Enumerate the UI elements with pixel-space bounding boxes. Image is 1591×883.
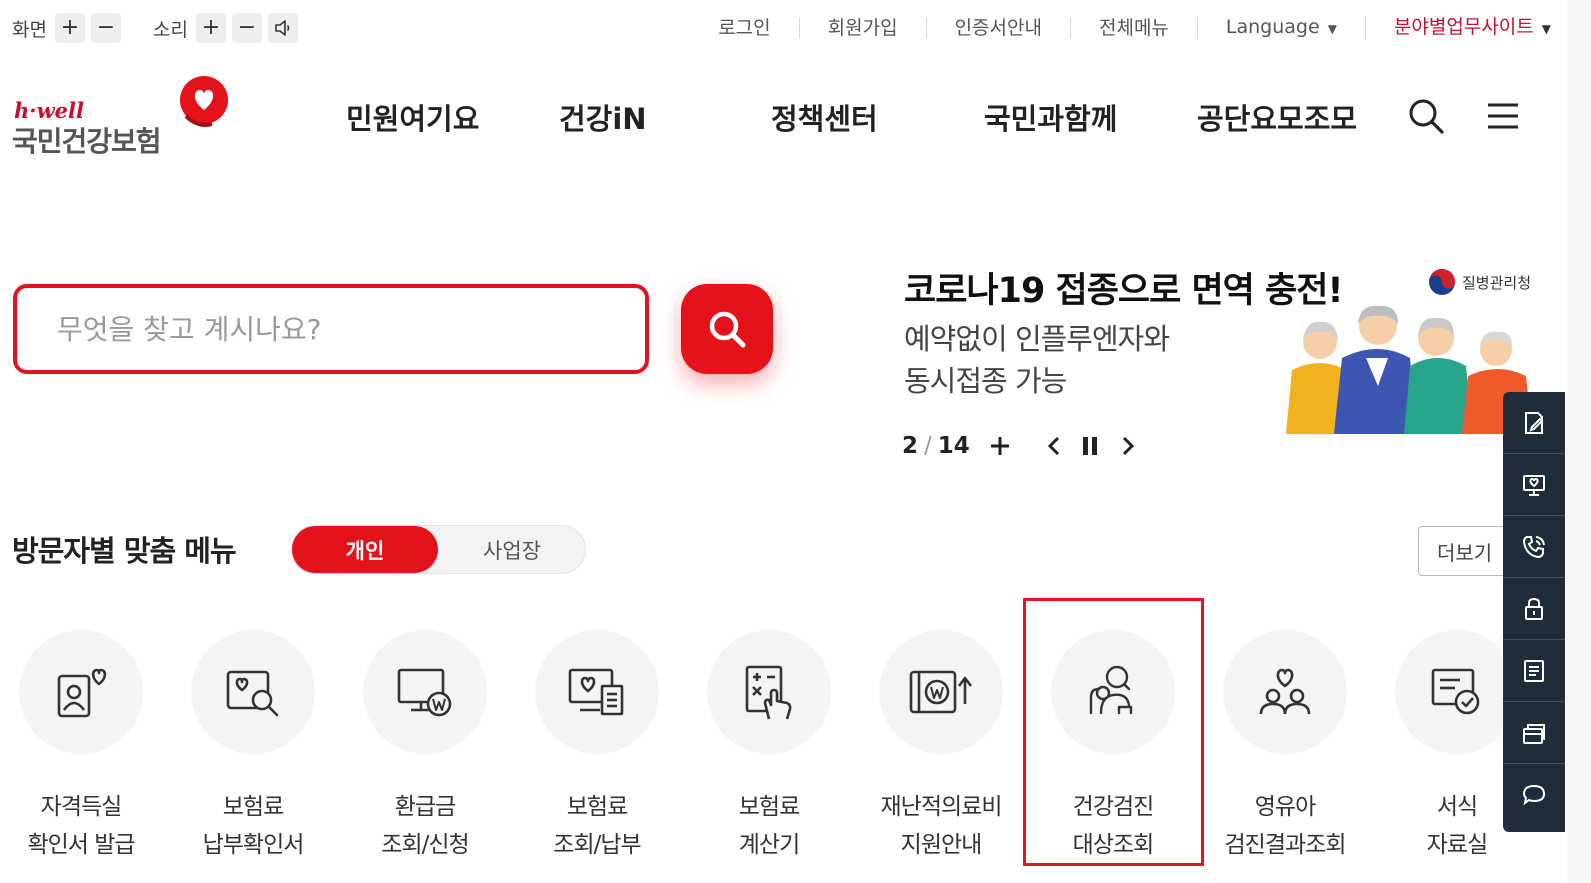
tab-business[interactable]: 사업장 <box>438 526 586 573</box>
nav-health-in[interactable]: 건강iN <box>559 96 647 138</box>
document-search-icon <box>226 670 279 717</box>
search-icon <box>709 311 746 348</box>
monitor-won-icon <box>397 668 452 717</box>
zoom-out-button[interactable]: − <box>90 13 121 43</box>
phone-icon <box>1522 535 1545 558</box>
quick-bar <box>1503 392 1565 832</box>
list-icon <box>1524 659 1544 682</box>
quick-menu-qualification-certificate[interactable]: 자격득실 확인서 발급 <box>19 630 143 858</box>
quick-menu-forms-library[interactable]: 서식 자료실 <box>1395 630 1519 858</box>
search-icon[interactable] <box>1406 96 1446 136</box>
family-heart-icon <box>1259 668 1311 715</box>
business-sites-select[interactable]: 분야별업무사이트 ▼ <box>1366 16 1551 40</box>
scrollbar-track[interactable] <box>1567 0 1591 883</box>
business-sites-label: 분야별업무사이트 <box>1393 16 1534 38</box>
visitor-type-toggle: 개인 사업장 <box>291 525 586 574</box>
nav-about-nhis[interactable]: 공단요모조모 <box>1197 96 1357 138</box>
person-search-icon <box>1089 665 1133 715</box>
quickbar-edit-button[interactable] <box>1503 392 1565 454</box>
banner-pager: 2 / 14 <box>902 430 1135 462</box>
banner-subtitle: 예약없이 인플루엔자와 동시접종 가능 <box>904 322 1170 398</box>
hamburger-menu-icon[interactable] <box>1486 100 1520 132</box>
login-link[interactable]: 로그인 <box>690 17 800 39</box>
monitor-icon <box>1523 474 1545 496</box>
quick-menu-catastrophic-medical-support[interactable]: 재난적의료비 지원안내 <box>879 630 1003 858</box>
search-button[interactable] <box>681 284 773 374</box>
quick-menu-infant-checkup-results[interactable]: 영유아 검진결과조회 <box>1223 630 1347 858</box>
certificate-guide-link[interactable]: 인증서안내 <box>927 17 1071 39</box>
logo-name: 국민건강보험 <box>12 125 162 158</box>
speaker-button[interactable] <box>267 13 298 43</box>
all-menu-link[interactable]: 전체메뉴 <box>1071 17 1198 39</box>
quick-menu-premium-inquiry-payment[interactable]: 보험료 조회/납부 <box>535 630 659 858</box>
quick-menu-refund-inquiry[interactable]: 환급금 조회/신청 <box>363 630 487 858</box>
pause-icon <box>1083 437 1097 455</box>
agency-logo: 질병관리청 <box>1428 268 1531 296</box>
edit-document-icon <box>1525 411 1544 434</box>
utility-links: 로그인 회원가입 인증서안내 전체메뉴 Language ▼ 분야별업무사이트 ▼ <box>690 14 1551 42</box>
chevron-left-icon <box>1047 436 1060 456</box>
quick-menu-premium-payment-certificate[interactable]: 보험료 납부확인서 <box>191 630 315 858</box>
chat-icon <box>1522 784 1546 806</box>
banner-prev-button[interactable] <box>1040 430 1068 462</box>
search-input[interactable] <box>57 306 617 352</box>
nhis-logo[interactable]: h·well 국민건강보험 <box>12 76 242 158</box>
signup-link[interactable]: 회원가입 <box>800 17 927 39</box>
quick-menu-health-checkup-target[interactable]: 건강검진 대상조회 <box>1051 630 1175 858</box>
quickbar-phone-button[interactable] <box>1503 516 1565 578</box>
taegeuk-icon <box>1429 269 1455 295</box>
banner-next-button[interactable] <box>1114 430 1142 462</box>
screen-label: 화면 <box>12 18 47 41</box>
pager-total: 14 <box>937 433 970 459</box>
heart-logo-icon <box>180 76 228 127</box>
pager-separator: / <box>924 433 932 459</box>
volume-down-button[interactable]: − <box>231 13 262 43</box>
speaker-icon <box>275 20 290 36</box>
agency-name: 질병관리청 <box>1462 273 1532 292</box>
elderly-people-illustration <box>1286 305 1532 434</box>
quickbar-cards-button[interactable] <box>1503 702 1565 764</box>
nav-policy-center[interactable]: 정책센터 <box>771 96 878 138</box>
nav-with-citizens[interactable]: 국민과함께 <box>984 96 1117 138</box>
accessibility-controls: 화면 + − 소리 + − <box>12 12 304 44</box>
language-select[interactable]: Language ▼ <box>1198 16 1366 40</box>
plus-icon <box>991 437 1009 455</box>
money-support-icon <box>909 670 973 714</box>
visitor-menu-title: 방문자별 맞춤 메뉴 <box>12 534 237 568</box>
quick-menu-premium-calculator[interactable]: 보험료 계산기 <box>707 630 831 858</box>
monitor-receipt-icon <box>568 668 624 716</box>
lock-icon <box>1525 597 1543 620</box>
caret-down-icon: ▼ <box>1327 22 1337 36</box>
banner-more-button[interactable] <box>986 430 1014 462</box>
zoom-in-button[interactable]: + <box>54 13 85 43</box>
quickbar-list-button[interactable] <box>1503 640 1565 702</box>
caret-down-icon: ▼ <box>1541 22 1551 36</box>
quickbar-monitor-button[interactable] <box>1503 454 1565 516</box>
chevron-right-icon <box>1122 436 1135 456</box>
banner-title[interactable]: 코로나19 접종으로 면역 충전! <box>904 262 1343 313</box>
search-box <box>13 284 649 374</box>
volume-up-button[interactable]: + <box>195 13 226 43</box>
form-check-icon <box>1431 668 1480 715</box>
banner-pause-button[interactable] <box>1076 430 1104 462</box>
id-heart-icon <box>57 668 107 718</box>
sound-label: 소리 <box>152 18 188 41</box>
quickbar-chat-button[interactable] <box>1503 764 1565 826</box>
language-label: Language <box>1225 16 1320 38</box>
nav-civil-service[interactable]: 민원여기요 <box>346 96 479 138</box>
cards-icon <box>1523 723 1545 744</box>
tab-personal[interactable]: 개인 <box>292 526 438 573</box>
quickbar-lock-button[interactable] <box>1503 578 1565 640</box>
calculator-hand-icon <box>745 665 792 720</box>
pager-current: 2 <box>902 433 919 459</box>
